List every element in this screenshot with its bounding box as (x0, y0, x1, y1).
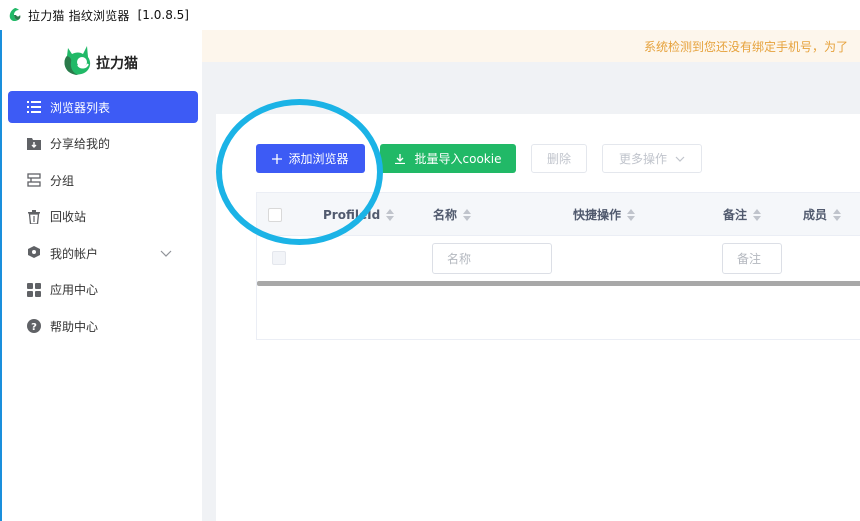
column-header-note[interactable]: 备注 (723, 193, 762, 236)
sidebar-item-label: 回收站 (50, 210, 87, 224)
sort-icon[interactable] (463, 208, 472, 221)
plus-icon (272, 153, 283, 164)
add-browser-button[interactable]: 添加浏览器 (256, 144, 365, 173)
brand-name: 拉力猫 (96, 56, 138, 72)
account-icon (26, 245, 42, 261)
batch-import-cookie-button[interactable]: 批量导入cookie (380, 144, 516, 173)
app-logo-icon (9, 8, 21, 22)
app-window: 拉力猫 指纹浏览器 [1.0.8.5] 拉力猫 浏览器列表 分享给我的 分组 回… (0, 0, 860, 521)
sidebar-item-label: 分享给我的 (50, 137, 111, 151)
sidebar-item-shared[interactable]: 分享给我的 (8, 128, 198, 160)
window-title: 拉力猫 指纹浏览器 (28, 8, 130, 23)
delete-button[interactable]: 删除 (531, 144, 587, 173)
brand-cat-logo-icon (64, 46, 91, 75)
name-filter-input[interactable] (432, 243, 552, 274)
delete-label: 删除 (546, 152, 571, 166)
title-bar: 拉力猫 指纹浏览器 [1.0.8.5] (0, 0, 860, 30)
browser-list-panel: 添加浏览器 批量导入cookie 删除 更多操作 ProfileId 名称 快捷… (216, 114, 860, 521)
more-actions-label: 更多操作 (618, 152, 667, 166)
download-icon (394, 153, 405, 164)
banner-text[interactable]: 系统检测到您还没有绑定手机号，为了 (644, 38, 848, 55)
column-header-quick-actions[interactable]: 快捷操作 (573, 193, 636, 236)
sidebar-item-label: 帮助中心 (50, 319, 99, 334)
sidebar: 拉力猫 浏览器列表 分享给我的 分组 回收站 我的帐户 应用中心 ? 帮助中心 (0, 30, 202, 521)
app-version: [1.0.8.5] (137, 8, 189, 22)
sort-icon[interactable] (386, 208, 395, 221)
list-icon (26, 99, 42, 115)
table-filter-row (257, 236, 860, 280)
sidebar-item-label: 应用中心 (50, 283, 99, 297)
phone-binding-warning-banner: 系统检测到您还没有绑定手机号，为了 (202, 30, 860, 62)
sidebar-item-app-center[interactable]: 应用中心 (8, 274, 198, 306)
sort-icon[interactable] (833, 208, 842, 221)
browser-table: ProfileId 名称 快捷操作 备注 成员 (256, 192, 860, 340)
column-label: ProfileId (323, 207, 381, 222)
batch-import-label: 批量导入cookie (414, 152, 502, 166)
apps-icon (26, 282, 42, 298)
brand: 拉力猫 (58, 40, 138, 80)
column-header-profileid[interactable]: ProfileId (323, 193, 395, 236)
sidebar-item-group[interactable]: 分组 (8, 164, 198, 196)
trash-icon (26, 209, 42, 225)
column-header-members[interactable]: 成员 (803, 193, 842, 236)
more-actions-button[interactable]: 更多操作 (602, 144, 702, 173)
column-label: 名称 (433, 208, 458, 222)
column-label: 备注 (723, 208, 748, 222)
svg-text:?: ? (31, 322, 37, 333)
group-icon (26, 172, 42, 188)
note-filter-input[interactable] (722, 243, 782, 274)
column-header-name[interactable]: 名称 (433, 193, 472, 236)
horizontal-scrollbar[interactable] (257, 281, 860, 286)
sidebar-item-label: 我的帐户 (50, 246, 99, 261)
column-label: 成员 (803, 208, 828, 222)
add-browser-label: 添加浏览器 (288, 152, 349, 166)
chevron-down-icon[interactable] (160, 247, 172, 259)
sidebar-nav: 浏览器列表 分享给我的 分组 回收站 我的帐户 应用中心 ? 帮助中心 (8, 91, 198, 347)
sidebar-item-label: 分组 (50, 173, 75, 188)
select-all-checkbox[interactable] (268, 208, 282, 222)
row-checkbox[interactable] (272, 251, 286, 265)
column-label: 快捷操作 (573, 208, 622, 222)
sidebar-item-my-account[interactable]: 我的帐户 (8, 237, 198, 269)
help-icon: ? (26, 318, 42, 334)
sort-icon[interactable] (627, 208, 636, 221)
sidebar-item-recycle-bin[interactable]: 回收站 (8, 201, 198, 233)
sidebar-item-label: 浏览器列表 (50, 100, 111, 115)
sidebar-item-browser-list[interactable]: 浏览器列表 (8, 91, 198, 123)
chevron-down-icon (675, 156, 685, 162)
sidebar-item-help-center[interactable]: ? 帮助中心 (8, 310, 198, 342)
table-header: ProfileId 名称 快捷操作 备注 成员 (257, 193, 860, 236)
sort-icon[interactable] (753, 208, 762, 221)
shared-folder-icon (26, 136, 42, 152)
